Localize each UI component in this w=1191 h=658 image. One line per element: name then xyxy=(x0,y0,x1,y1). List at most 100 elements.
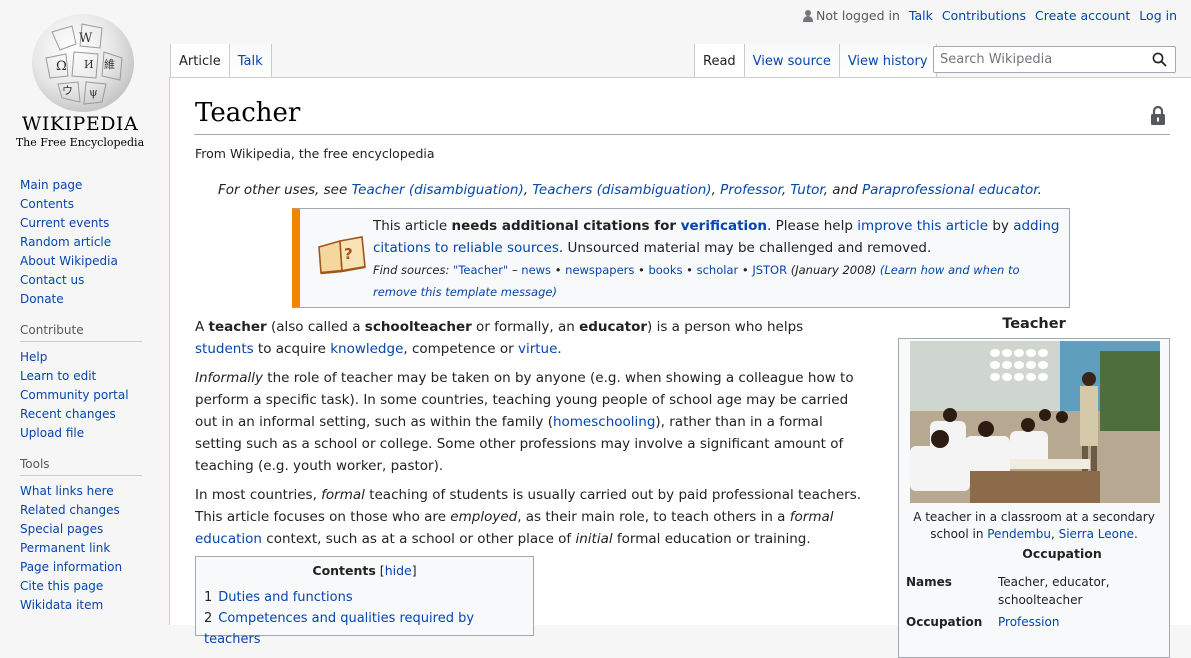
hatnote-link-paraprofessional[interactable]: Paraprofessional educator xyxy=(862,182,1038,198)
find-sources-sep: – xyxy=(508,263,522,277)
sidebar-item-about[interactable]: About Wikipedia xyxy=(20,252,168,271)
sidebar-item-what-links-here[interactable]: What links here xyxy=(20,482,168,501)
infobox-section-heading: Occupation xyxy=(1022,546,1102,561)
sidebar-item-wikidata-item[interactable]: Wikidata item xyxy=(20,596,168,615)
sidebar-contribute-heading: Contribute xyxy=(20,323,142,342)
find-sources-news-link[interactable]: news xyxy=(521,263,551,277)
sidebar-item-learn-to-edit[interactable]: Learn to edit xyxy=(20,367,168,386)
link-virtue[interactable]: virtue xyxy=(518,341,557,357)
toc-hide-link[interactable]: hide xyxy=(385,563,412,578)
bold-text: educator xyxy=(579,319,648,335)
sidebar-item-page-information[interactable]: Page information xyxy=(20,558,168,577)
sidebar-item-current-events[interactable]: Current events xyxy=(20,214,168,233)
text: (also called a xyxy=(266,319,365,335)
page-title: Teacher xyxy=(195,98,301,128)
sidebar-item-cite-this-page[interactable]: Cite this page xyxy=(20,577,168,596)
sidebar-item-upload-file[interactable]: Upload file xyxy=(20,424,168,443)
sidebar-item-random-article[interactable]: Random article xyxy=(20,233,168,252)
puzzle-globe-icon: W Ω И 維 ウ ψ xyxy=(32,14,134,112)
find-sources-sep: • xyxy=(682,263,697,277)
link-students[interactable]: students xyxy=(195,341,254,357)
view-tabs: Read View source View history xyxy=(694,44,937,77)
italic-text: formal xyxy=(321,487,365,503)
sidebar-item-special-pages[interactable]: Special pages xyxy=(20,520,168,539)
sidebar-item-donate[interactable]: Donate xyxy=(20,290,168,309)
personal-tools: Not logged in Talk Contributions Create … xyxy=(803,8,1177,23)
italic-text: formal xyxy=(789,509,834,525)
text: . xyxy=(557,341,562,357)
hatnote: For other uses, see Teacher (disambiguat… xyxy=(218,182,1042,198)
create-account-link[interactable]: Create account xyxy=(1035,8,1130,23)
tab-article[interactable]: Article xyxy=(170,44,229,77)
hatnote-link-professor[interactable]: Professor xyxy=(720,182,782,198)
search-icon[interactable] xyxy=(1152,52,1167,67)
not-logged-in-label: Not logged in xyxy=(816,8,900,23)
sidebar-item-contact[interactable]: Contact us xyxy=(20,271,168,290)
toc-link-duties[interactable]: Duties and functions xyxy=(218,590,352,605)
bold-text: schoolteacher xyxy=(364,319,472,335)
toc-item[interactable]: 2 Competences and qualities required by t… xyxy=(204,608,533,650)
sidebar: Main page Contents Current events Random… xyxy=(0,176,168,627)
improve-article-link[interactable]: improve this article xyxy=(857,218,988,234)
toc-link-competences[interactable]: Competences and qualities required by te… xyxy=(204,611,474,647)
hatnote-link-teacher-disambiguation[interactable]: Teacher (disambiguation) xyxy=(352,182,524,198)
text: ) is a person who helps xyxy=(647,319,804,335)
wikipedia-logo[interactable]: W Ω И 維 ウ ψ WIKIPEDIA The Free Encyclope… xyxy=(0,0,160,160)
namespace-tabs: Article Talk xyxy=(170,44,272,77)
sidebar-item-recent-changes[interactable]: Recent changes xyxy=(20,405,168,424)
find-sources-scholar-link[interactable]: scholar xyxy=(697,263,739,277)
paragraph-lead: A teacher (also called a schoolteacher o… xyxy=(195,316,863,360)
question-book-icon: ? xyxy=(318,236,366,275)
find-sources-label: Find sources: xyxy=(373,263,454,277)
toc-title: Contents [hide] xyxy=(196,563,533,578)
caption-link-pendembu[interactable]: Pendembu xyxy=(987,527,1051,541)
personal-talk-link[interactable]: Talk xyxy=(909,8,933,23)
notice-text: This article xyxy=(373,218,452,234)
svg-text:Ω: Ω xyxy=(56,59,67,74)
hatnote-sep: , and xyxy=(823,182,862,198)
link-education[interactable]: education xyxy=(195,531,262,547)
svg-text:И: И xyxy=(84,58,94,71)
login-link[interactable]: Log in xyxy=(1139,8,1177,23)
text: , competence or xyxy=(403,341,518,357)
sidebar-tools-heading: Tools xyxy=(20,457,142,476)
sidebar-item-community-portal[interactable]: Community portal xyxy=(20,386,168,405)
link-homeschooling[interactable]: homeschooling xyxy=(553,414,655,430)
link-knowledge[interactable]: knowledge xyxy=(330,341,403,357)
tab-read[interactable]: Read xyxy=(694,44,744,77)
caption-link-sierra-leone[interactable]: Sierra Leone xyxy=(1059,527,1134,541)
infobox: Teacher A teacher in a classroom at a se… xyxy=(898,316,1170,658)
notice-bold-text: needs additional citations for xyxy=(451,218,681,234)
toc-number: 2 xyxy=(204,611,213,626)
find-sources-newspapers-link[interactable]: newspapers xyxy=(565,263,634,277)
infobox-value-names: Teacher, educator, schoolteacher xyxy=(998,575,1110,607)
find-sources-jstor-link[interactable]: JSTOR xyxy=(752,263,787,277)
toc-list: 1 Duties and functions 2 Competences and q… xyxy=(196,587,533,650)
sidebar-item-help[interactable]: Help xyxy=(20,348,168,367)
personal-contributions-link[interactable]: Contributions xyxy=(942,8,1026,23)
svg-text:W: W xyxy=(79,31,93,46)
hatnote-sep: , xyxy=(711,182,721,198)
classroom-photo[interactable] xyxy=(910,341,1160,503)
infobox-label-names: Names xyxy=(906,575,952,589)
text: or formally, an xyxy=(471,319,580,335)
search-input[interactable] xyxy=(934,47,1144,72)
tab-view-source[interactable]: View source xyxy=(743,44,839,77)
find-sources-books-link[interactable]: books xyxy=(648,263,682,277)
sidebar-item-permanent-link[interactable]: Permanent link xyxy=(20,539,168,558)
sidebar-item-main-page[interactable]: Main page xyxy=(20,176,168,195)
sidebar-item-contents[interactable]: Contents xyxy=(20,195,168,214)
tab-view-history[interactable]: View history xyxy=(838,44,937,77)
infobox-title: Teacher xyxy=(1002,316,1066,332)
verification-link[interactable]: verification xyxy=(681,218,767,234)
toc-item[interactable]: 1 Duties and functions xyxy=(204,587,533,608)
hatnote-text: For other uses, see xyxy=(218,182,352,198)
tab-talk[interactable]: Talk xyxy=(228,44,272,77)
sidebar-item-related-changes[interactable]: Related changes xyxy=(20,501,168,520)
find-sources-query-link[interactable]: "Teacher" xyxy=(453,263,508,277)
hatnote-link-teachers-disambiguation[interactable]: Teachers (disambiguation) xyxy=(532,182,711,198)
toc-bracket: [ xyxy=(375,563,385,578)
infobox-value-occupation-link[interactable]: Profession xyxy=(998,613,1158,631)
hatnote-link-tutor[interactable]: Tutor xyxy=(790,182,823,198)
lock-icon[interactable] xyxy=(1150,106,1166,125)
